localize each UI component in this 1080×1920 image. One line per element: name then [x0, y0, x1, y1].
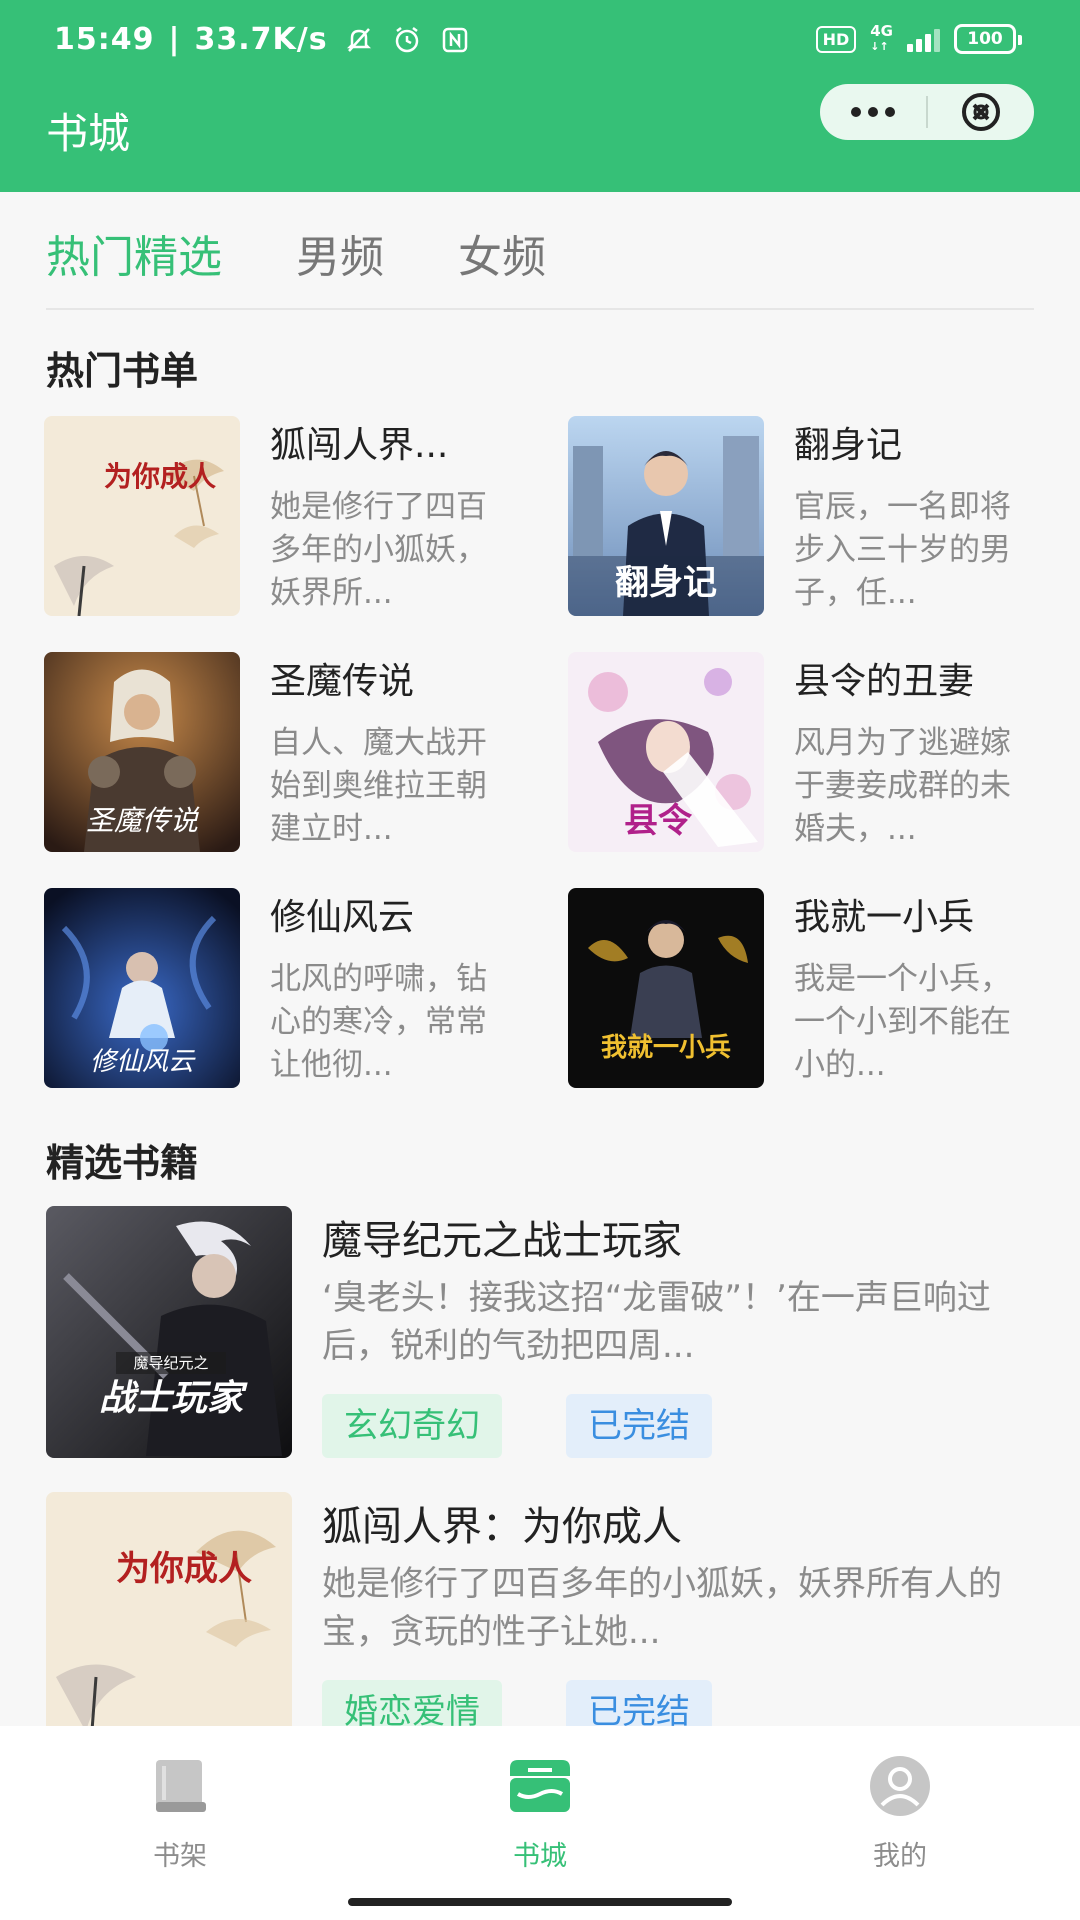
- nav-bookshelf[interactable]: 书架: [0, 1726, 360, 1920]
- page-title: 书城: [46, 109, 131, 158]
- book-desc: 她是修行了四百多年的小狐妖，妖界所有人的宝，贪玩的性子让她...: [322, 1564, 1002, 1652]
- section-title-hot-lists: 热门书单: [46, 349, 199, 393]
- nav-label: 书架: [153, 1841, 207, 1872]
- armored-warrior-cover: 圣魔传说: [44, 652, 240, 852]
- tab-female[interactable]: 女频: [458, 215, 546, 285]
- book-title: 我就一小兵: [794, 897, 975, 938]
- book-title: 狐闯人界...: [270, 425, 449, 466]
- battery-level: 100: [967, 29, 1003, 49]
- book-desc: 北风的呼啸，钻心的寒冷，常常让他彻...: [270, 961, 487, 1083]
- genre-tag: 玄幻奇幻: [322, 1394, 502, 1458]
- book-desc: 自人、魔大战开始到奥维拉王朝建立时...: [270, 725, 487, 847]
- book-title: 县令的丑妻: [794, 661, 975, 702]
- book-desc: 她是修行了四百多年的小狐妖，妖界所...: [270, 489, 487, 611]
- city-suit-cover: 翻身记: [568, 416, 764, 616]
- close-circle-icon: [962, 93, 1000, 131]
- battery-icon: 100: [954, 24, 1022, 54]
- book-card-fanshenji[interactable]: 翻身记 翻身记 官辰，一名即将步入三十岁的男子，任...: [568, 416, 1038, 616]
- nfc-icon: [438, 23, 472, 57]
- book-desc: ‘臭老头！接我这招“龙雷破”！’在一声巨响过后，锐利的气劲把四周...: [322, 1278, 991, 1366]
- status-tag: 已完结: [566, 1394, 712, 1458]
- book-card-xiaobing[interactable]: 我就一小兵 我就一小兵 我是一个小兵，一个小到不能在小的...: [568, 888, 1038, 1088]
- soldier-cover: 我就一小兵: [568, 888, 764, 1088]
- svg-text:为你成人: 为你成人: [116, 1549, 252, 1589]
- book-desc: 风月为了逃避嫁于妻妾成群的未婚夫，...: [794, 725, 1011, 847]
- category-tabs: 热门精选 男频 女频: [46, 192, 1034, 310]
- status-separator: |: [168, 22, 181, 57]
- fox-romance-cover: 为你成人: [46, 1492, 292, 1744]
- svg-text:翻身记: 翻身记: [615, 563, 717, 603]
- cultivator-cover: 修仙风云: [44, 888, 240, 1088]
- svg-text:圣魔传说: 圣魔传说: [86, 804, 200, 837]
- flower-girl-cover: 县令: [568, 652, 764, 852]
- status-left: 15:49 | 33.7K/s: [54, 22, 472, 57]
- featured-book-modao[interactable]: 魔导纪元之 战士玩家 魔导纪元之战士玩家 ‘臭老头！接我这招“龙雷破”！’在一声…: [46, 1206, 1034, 1458]
- book-title: 狐闯人界：为你成人: [322, 1504, 682, 1550]
- status-right: HD 4G ↓↑ 100: [815, 24, 1022, 54]
- bookshelf-icon: [144, 1750, 216, 1822]
- bookstore-icon: [504, 1750, 576, 1822]
- book-card-xiuxian[interactable]: 修仙风云 修仙风云 北风的呼啸，钻心的寒冷，常常让他彻...: [44, 888, 514, 1088]
- network-label: 4G: [870, 22, 893, 40]
- status-bar: 15:49 | 33.7K/s HD 4G ↓↑ 100: [0, 0, 1080, 80]
- svg-text:县令: 县令: [624, 801, 693, 841]
- status-time: 15:49: [54, 22, 155, 57]
- fox-romance-cover: 为你成人: [44, 416, 240, 616]
- mute-bell-icon: [342, 23, 376, 57]
- close-mini-program-button[interactable]: [928, 84, 1034, 140]
- nav-profile[interactable]: 我的: [720, 1726, 1080, 1920]
- app-header: 15:49 | 33.7K/s HD 4G ↓↑ 100 书城: [0, 0, 1080, 192]
- signal-icon: [907, 26, 940, 52]
- svg-text:战士玩家: 战士玩家: [99, 1377, 248, 1419]
- featured-book-fox[interactable]: 为你成人 狐闯人界：为你成人 她是修行了四百多年的小狐妖，妖界所有人的宝，贪玩的…: [46, 1492, 1034, 1744]
- book-desc: 官辰，一名即将步入三十岁的男子，任...: [794, 489, 1011, 611]
- svg-text:魔导纪元之: 魔导纪元之: [133, 1354, 208, 1372]
- svg-text:修仙风云: 修仙风云: [90, 1047, 196, 1077]
- tab-male[interactable]: 男频: [296, 215, 384, 285]
- bottom-nav: 书架 书城 我的: [0, 1726, 1080, 1920]
- network-type: 4G ↓↑: [870, 24, 893, 54]
- nav-label: 我的: [873, 1841, 927, 1872]
- book-desc: 我是一个小兵，一个小到不能在小的...: [794, 961, 1011, 1083]
- book-card-fox[interactable]: 为你成人 狐闯人界... 她是修行了四百多年的小狐妖，妖界所...: [44, 416, 514, 616]
- profile-icon: [864, 1750, 936, 1822]
- hd-badge: HD: [815, 25, 857, 53]
- svg-text:我就一小兵: 我就一小兵: [601, 1033, 731, 1063]
- svg-text:为你成人: 为你成人: [104, 460, 216, 493]
- nav-label: 书城: [513, 1841, 567, 1872]
- home-indicator[interactable]: [348, 1898, 732, 1906]
- book-title: 魔导纪元之战士玩家: [322, 1218, 682, 1264]
- more-button[interactable]: [820, 84, 926, 140]
- nav-bookstore[interactable]: 书城: [360, 1726, 720, 1920]
- book-title: 翻身记: [794, 425, 903, 466]
- section-title-featured: 精选书籍: [46, 1141, 199, 1185]
- network-arrows: ↓↑: [870, 40, 889, 53]
- more-dots-icon: [851, 107, 895, 117]
- mini-program-capsule: [820, 84, 1034, 140]
- book-card-shengmo[interactable]: 圣魔传说 圣魔传说 自人、魔大战开始到奥维拉王朝建立时...: [44, 652, 514, 852]
- book-title: 圣魔传说: [270, 661, 415, 702]
- status-speed: 33.7K/s: [194, 22, 328, 57]
- warrior-player-cover: 魔导纪元之 战士玩家: [46, 1206, 292, 1458]
- book-card-xianling[interactable]: 县令 县令的丑妻 风月为了逃避嫁于妻妾成群的未婚夫，...: [568, 652, 1038, 852]
- alarm-icon: [390, 23, 424, 57]
- tab-hot-picks[interactable]: 热门精选: [46, 215, 222, 285]
- book-title: 修仙风云: [270, 897, 415, 938]
